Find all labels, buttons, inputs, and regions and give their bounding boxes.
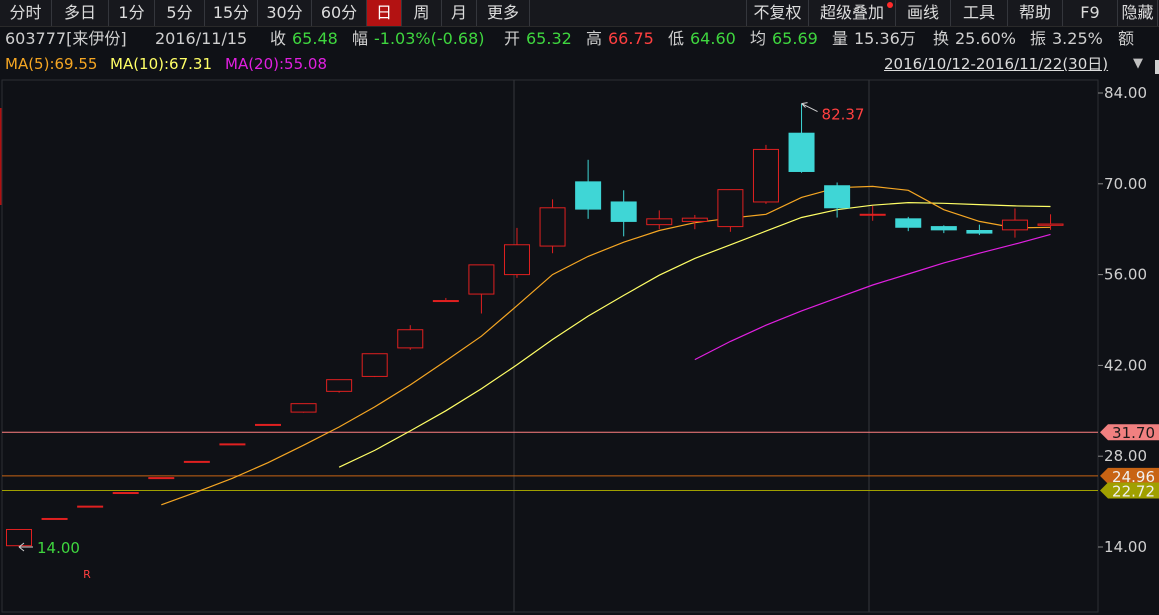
candle-body (254, 423, 281, 426)
candle-body (148, 477, 175, 480)
candle-body (503, 244, 530, 276)
candle-body (930, 226, 957, 231)
ma5-line (161, 185, 1051, 506)
candle-body (824, 185, 851, 209)
candle-body (895, 218, 922, 228)
y-tick-label: 14.00 (1104, 538, 1147, 556)
y-tick-label: 70.00 (1104, 175, 1147, 193)
price-tag-label-0: 31.70 (1112, 424, 1155, 442)
ma10-line (338, 201, 1051, 468)
candle-body (1001, 219, 1028, 231)
max-label: 82.37 (822, 106, 865, 124)
candle-body (183, 460, 210, 463)
candle-body (41, 517, 68, 520)
y-tick-label: 84.00 (1104, 84, 1147, 102)
ma20-line (694, 233, 1051, 361)
candle-body (646, 218, 673, 226)
candle-body (361, 353, 388, 377)
candle-body (681, 217, 708, 222)
candle-body (77, 505, 104, 508)
y-tick-label: 28.00 (1104, 447, 1147, 465)
candle-body (326, 379, 353, 392)
candle-body (6, 528, 32, 547)
candle-body (575, 181, 602, 210)
min-label: 14.00 (37, 539, 80, 557)
candle-body (219, 443, 246, 446)
candle-body (788, 132, 815, 172)
scroll-handle (1155, 60, 1159, 74)
r-marker: R (83, 568, 91, 581)
candle-body (859, 213, 886, 216)
candle-body (290, 403, 317, 413)
max-arrow-icon (801, 102, 818, 113)
candle-body (717, 189, 744, 228)
candle-body (468, 264, 495, 295)
candle-body (1037, 223, 1064, 226)
candle-body (112, 492, 139, 495)
kline-chart[interactable]: 82.3714.00R14.0028.0042.0056.0070.0084.0… (0, 0, 1159, 615)
y-tick-label: 56.00 (1104, 266, 1147, 284)
y-tick-label: 42.00 (1104, 356, 1147, 374)
chart-frame (1, 79, 1099, 613)
candle-body (397, 329, 424, 349)
price-tag-label-2: 22.72 (1112, 482, 1155, 500)
candle-body (966, 229, 993, 234)
candle-body (610, 201, 637, 222)
candle-body (539, 207, 566, 247)
candle-body (752, 148, 779, 203)
candle-body (432, 300, 459, 303)
